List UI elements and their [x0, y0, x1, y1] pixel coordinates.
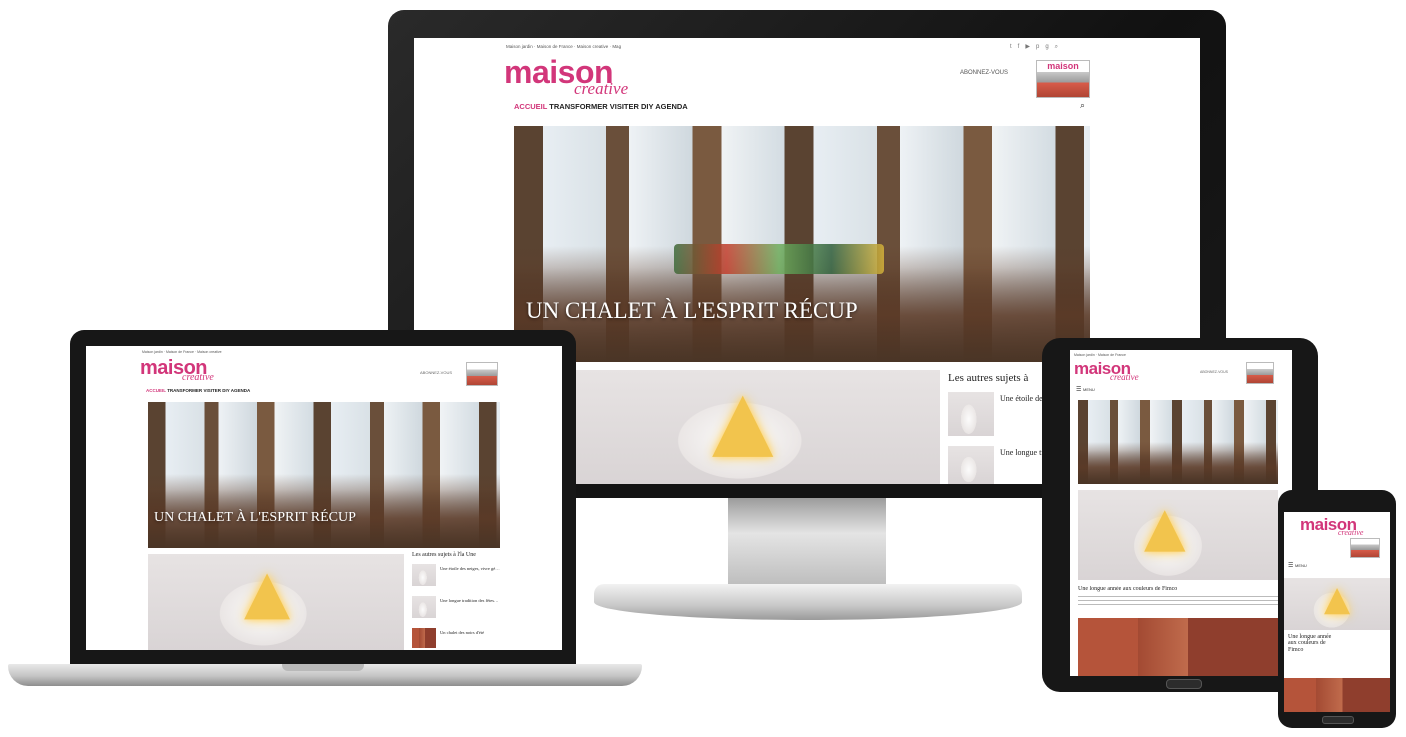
- magazine-cover[interactable]: maison: [1036, 60, 1090, 98]
- site-logo-sub: creative: [1338, 528, 1364, 537]
- article-image[interactable]: [1078, 618, 1278, 676]
- youtube-icon[interactable]: ▶: [1025, 44, 1036, 50]
- tree-light-icon: ▲: [1144, 495, 1186, 558]
- hero-image[interactable]: UN CHALET À L'ESPRIT RÉCUP: [148, 402, 500, 548]
- site-logo-sub: creative: [1110, 372, 1139, 382]
- magazine-cover[interactable]: [466, 362, 498, 386]
- nav-diy[interactable]: DIY: [222, 388, 229, 393]
- monitor-neck: [728, 498, 886, 586]
- monitor-base: [594, 584, 1022, 620]
- tree-light-icon: ▲: [244, 557, 291, 627]
- feature-image[interactable]: ▲: [1078, 490, 1278, 580]
- phone-screen: maison creative ☰ MENU ▲ Une longue anné…: [1284, 512, 1390, 712]
- site-logo-sub: creative: [182, 372, 214, 383]
- hero-image[interactable]: UN CHALET À L'ESPRIT RÉCUP: [514, 126, 1090, 362]
- top-link[interactable]: Maison jardin: [1074, 353, 1095, 357]
- menu-icon[interactable]: ☰ MENU: [1288, 562, 1307, 569]
- nav-accueil[interactable]: ACCUEIL: [514, 102, 547, 111]
- tree-light-icon: ▲: [1324, 579, 1351, 619]
- tablet-screen: Maison jardin · Maison de France maison …: [1070, 350, 1292, 676]
- sidebar-thumb[interactable]: [412, 628, 436, 648]
- top-links: Maison jardin · Maison de France · Maiso…: [506, 44, 622, 49]
- main-nav: ACCUEIL TRANSFORMER VISITER DIY AGENDA: [146, 388, 250, 393]
- top-link[interactable]: Maison de France: [537, 44, 573, 49]
- sidebar-heading: Les autres sujets à l'la Une: [412, 552, 476, 558]
- menu-label: MENU: [1295, 563, 1307, 568]
- top-link[interactable]: Maison jardin: [142, 350, 163, 354]
- sidebar-thumb[interactable]: [948, 446, 994, 484]
- main-nav: ACCUEIL TRANSFORMER VISITER DIY AGENDA: [514, 102, 688, 111]
- sidebar-item-title[interactable]: Un chalet des noirs d'été: [440, 630, 502, 635]
- sidebar-thumb[interactable]: [412, 596, 436, 618]
- subscribe-link[interactable]: ABONNEZ-VOUS: [1200, 370, 1228, 374]
- google-plus-icon[interactable]: g: [1045, 44, 1054, 50]
- article-title[interactable]: Une longue année aux couleurs de Fimco: [1288, 634, 1340, 653]
- sidebar-thumb[interactable]: [412, 564, 436, 586]
- hero-sofa: [674, 244, 884, 274]
- sidebar-item-title[interactable]: Une étoile des neiges, vivre gé…: [440, 566, 502, 571]
- nav-agenda[interactable]: AGENDA: [655, 102, 688, 111]
- magazine-cover[interactable]: [1246, 362, 1274, 384]
- top-link[interactable]: Maison creative: [197, 350, 222, 354]
- laptop-notch: [282, 664, 364, 671]
- subscribe-link[interactable]: ABONNEZ-VOUS: [420, 370, 452, 375]
- site-logo-sub: creative: [574, 79, 629, 98]
- feature-image[interactable]: ▲: [576, 370, 940, 484]
- top-link[interactable]: Maison jardin: [506, 44, 533, 49]
- nav-transformer[interactable]: TRANSFORMER: [167, 388, 202, 393]
- nav-agenda[interactable]: AGENDA: [231, 388, 251, 393]
- top-link[interactable]: Mag: [612, 44, 621, 49]
- nav-accueil[interactable]: ACCUEIL: [146, 388, 166, 393]
- subscribe-link[interactable]: ABONNEZ-VOUS: [960, 70, 1008, 76]
- hero-floor: [1078, 442, 1278, 484]
- top-links: Maison jardin · Maison de France: [1074, 353, 1126, 357]
- article-excerpt: [1078, 596, 1278, 606]
- article-title[interactable]: Une longue année aux couleurs de Fimco: [1078, 586, 1278, 592]
- laptop-screen: Maison jardin · Maison de France · Maiso…: [86, 346, 562, 650]
- sidebar-thumb[interactable]: [948, 392, 994, 436]
- search-icon[interactable]: ⌕: [1055, 44, 1064, 50]
- magazine-cover[interactable]: [1350, 538, 1380, 558]
- top-link[interactable]: Maison de France: [166, 350, 194, 354]
- hero-image[interactable]: [1078, 400, 1278, 484]
- nav-transformer[interactable]: TRANSFORMER: [549, 102, 607, 111]
- nav-search-icon[interactable]: ⌕: [1080, 100, 1085, 111]
- top-link[interactable]: Maison creative: [577, 44, 609, 49]
- article-image[interactable]: [1284, 678, 1390, 712]
- twitter-icon[interactable]: t: [1010, 44, 1018, 50]
- menu-label: MENU: [1083, 387, 1095, 392]
- feature-image[interactable]: ▲: [1284, 578, 1390, 630]
- feature-image[interactable]: ▲: [148, 554, 404, 650]
- nav-visiter[interactable]: VISITER: [610, 102, 639, 111]
- phone-home-button[interactable]: [1322, 716, 1354, 724]
- nav-visiter[interactable]: VISITER: [203, 388, 221, 393]
- sidebar-heading: Les autres sujets à: [948, 372, 1029, 384]
- hero-title[interactable]: UN CHALET À L'ESPRIT RÉCUP: [154, 510, 356, 526]
- pinterest-icon[interactable]: p: [1036, 44, 1045, 50]
- social-icons: tf▶pg⌕: [1010, 43, 1064, 51]
- nav-diy[interactable]: DIY: [641, 102, 653, 111]
- top-links: Maison jardin · Maison de France · Maiso…: [142, 350, 222, 354]
- hero-title[interactable]: UN CHALET À L'ESPRIT RÉCUP: [526, 298, 858, 324]
- sidebar-item-title[interactable]: Une longue tradition des fêtes…: [440, 598, 502, 603]
- tree-light-icon: ▲: [712, 373, 774, 466]
- menu-icon[interactable]: ☰ MENU: [1076, 386, 1095, 393]
- tablet-home-button[interactable]: [1166, 679, 1202, 689]
- top-link[interactable]: Maison de France: [1098, 353, 1126, 357]
- mag-badge: maison: [1047, 61, 1079, 71]
